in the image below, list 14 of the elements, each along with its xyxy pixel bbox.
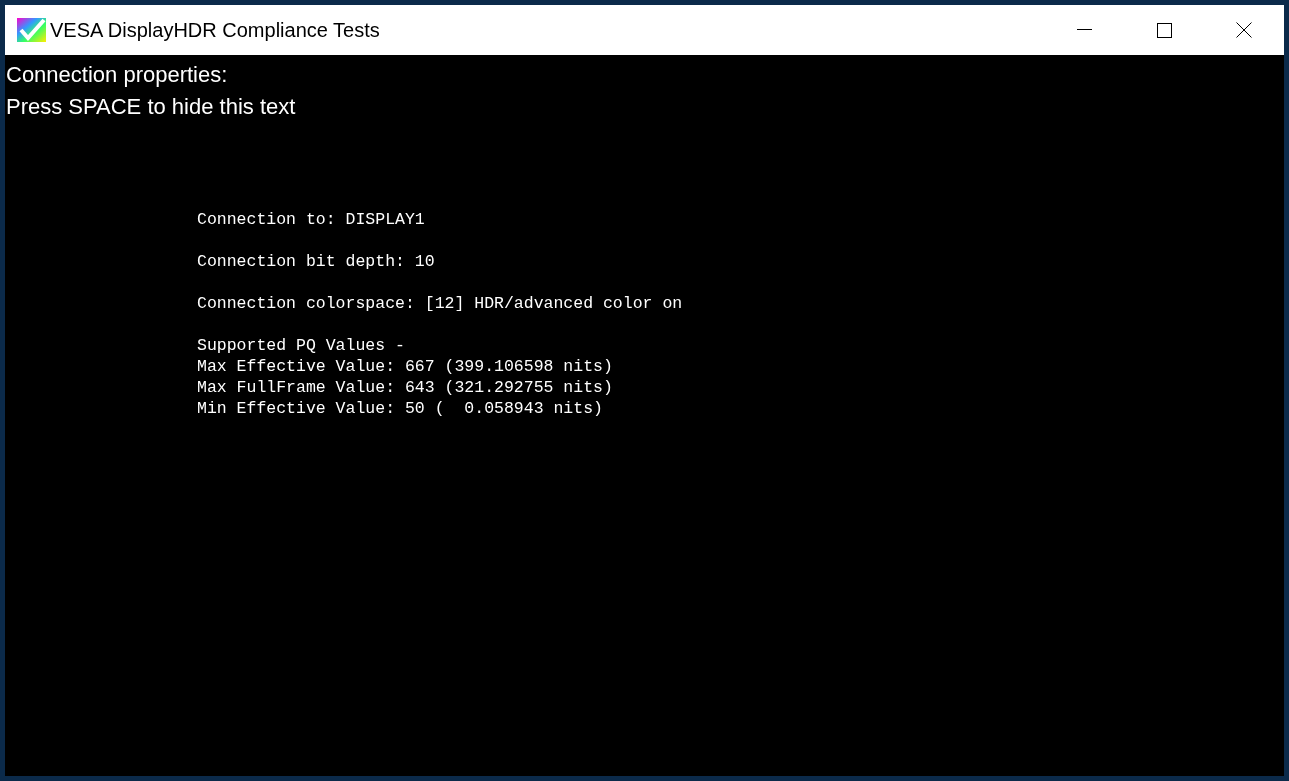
minimize-icon <box>1076 29 1092 31</box>
window-title: VESA DisplayHDR Compliance Tests <box>50 18 380 43</box>
info-line: Min Effective Value: 50 ( 0.058943 nits) <box>197 398 604 419</box>
info-line: Max FullFrame Value: 643 (321.292755 nits) <box>197 377 614 398</box>
close-icon <box>1236 22 1252 38</box>
app-logo-icon <box>17 18 46 42</box>
info-line: Connection bit depth: 10 <box>197 251 436 272</box>
info-line: Max Effective Value: 667 (399.106598 nits) <box>197 356 614 377</box>
info-line: Connection to: DISPLAY1 <box>197 209 426 230</box>
overlay-text: Connection properties: <box>6 61 229 89</box>
info-line: Connection colorspace: [12] HDR/advanced color on <box>197 293 684 314</box>
maximize-icon <box>1156 22 1172 38</box>
overlay-text: Press SPACE to hide this text <box>6 93 297 121</box>
info-line: Supported PQ Values - <box>197 335 406 356</box>
